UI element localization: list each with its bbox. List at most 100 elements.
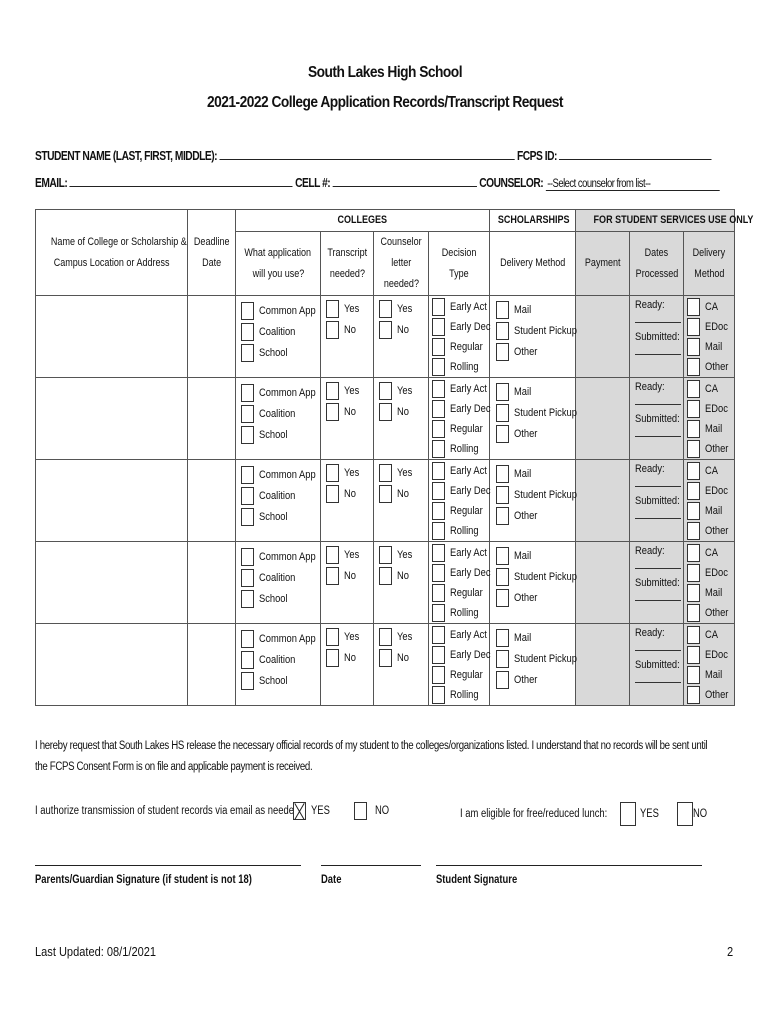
option-application[interactable]: School <box>241 670 320 691</box>
checkbox[interactable] <box>432 318 445 336</box>
deadline-cell[interactable] <box>187 295 236 378</box>
option-application[interactable]: Coalition <box>241 485 320 506</box>
option-decision[interactable]: Regular <box>432 665 489 685</box>
option-application[interactable]: Coalition <box>241 649 320 670</box>
checkbox[interactable] <box>687 380 701 398</box>
checkbox[interactable] <box>326 320 339 339</box>
option-decision[interactable]: Regular <box>432 501 489 521</box>
option-delivery-method-ss[interactable]: Mail <box>687 583 734 603</box>
checkbox[interactable] <box>496 321 510 340</box>
option-delivery-method-ss[interactable]: Other <box>687 439 734 459</box>
checkbox[interactable] <box>379 566 392 585</box>
checkbox[interactable] <box>432 462 445 480</box>
checkbox[interactable] <box>241 343 254 362</box>
checkbox[interactable] <box>432 564 445 582</box>
option-counselor-letter[interactable]: No <box>379 319 428 340</box>
option-delivery-method-ss[interactable]: EDoc <box>687 399 734 419</box>
option-delivery-method-ss[interactable]: EDoc <box>687 645 734 665</box>
option-counselor-letter[interactable]: Yes <box>379 462 428 483</box>
option-delivery[interactable]: Other <box>496 587 575 608</box>
option-delivery[interactable]: Other <box>496 341 575 362</box>
option-delivery[interactable]: Other <box>496 669 575 690</box>
checkbox[interactable] <box>379 627 392 646</box>
checkbox[interactable] <box>687 646 701 664</box>
checkbox[interactable] <box>432 380 445 398</box>
checkbox[interactable] <box>687 400 701 418</box>
checkbox[interactable] <box>432 440 445 458</box>
option-delivery-method-ss[interactable]: CA <box>687 379 734 399</box>
fcps-id-field[interactable] <box>559 148 712 160</box>
checkbox[interactable] <box>687 318 701 336</box>
option-delivery-method-ss[interactable]: CA <box>687 461 734 481</box>
checkbox[interactable] <box>379 463 392 482</box>
email-field[interactable] <box>69 175 293 187</box>
checkbox[interactable] <box>496 342 510 361</box>
checkbox[interactable] <box>496 628 510 647</box>
option-decision[interactable]: Rolling <box>432 439 489 459</box>
option-counselor-letter[interactable]: No <box>379 647 428 668</box>
checkbox[interactable] <box>687 462 701 480</box>
option-delivery[interactable]: Student Pickup <box>496 648 577 669</box>
option-delivery-method-ss[interactable]: CA <box>687 543 734 563</box>
checkbox[interactable] <box>496 506 510 525</box>
college-name-cell[interactable] <box>35 377 188 460</box>
ready-date-field[interactable] <box>635 393 682 405</box>
checkbox[interactable] <box>241 568 254 587</box>
checkbox[interactable] <box>241 301 254 320</box>
checkbox[interactable] <box>241 486 254 505</box>
checkbox[interactable] <box>379 545 392 564</box>
option-transcript[interactable]: No <box>326 401 373 422</box>
option-delivery[interactable]: Mail <box>496 545 575 566</box>
option-delivery-method-ss[interactable]: EDoc <box>687 563 734 583</box>
option-delivery[interactable]: Student Pickup <box>496 402 577 423</box>
submitted-date-field[interactable] <box>635 589 682 601</box>
checkbox[interactable] <box>496 382 510 401</box>
checkbox[interactable] <box>432 482 445 500</box>
lunch-yes-checkbox[interactable] <box>620 802 636 826</box>
checkbox[interactable] <box>496 567 510 586</box>
option-transcript[interactable]: No <box>326 483 373 504</box>
option-application[interactable]: Common App <box>241 546 320 567</box>
checkbox[interactable] <box>241 404 254 423</box>
option-application[interactable]: Common App <box>241 300 320 321</box>
option-transcript[interactable]: Yes <box>326 380 373 401</box>
checkbox[interactable] <box>432 666 445 684</box>
checkbox[interactable] <box>241 507 254 526</box>
option-delivery-method-ss[interactable]: EDoc <box>687 317 734 337</box>
checkbox[interactable] <box>326 627 339 646</box>
checkbox[interactable] <box>326 381 339 400</box>
option-delivery-method-ss[interactable]: Mail <box>687 665 734 685</box>
option-decision[interactable]: Early Dec <box>432 399 491 419</box>
option-delivery-method-ss[interactable]: CA <box>687 297 734 317</box>
option-decision[interactable]: Rolling <box>432 603 489 623</box>
checkbox[interactable] <box>432 400 445 418</box>
checkbox[interactable] <box>687 482 701 500</box>
checkbox[interactable] <box>687 564 701 582</box>
option-application[interactable]: Coalition <box>241 567 320 588</box>
ready-date-field[interactable] <box>635 557 682 569</box>
checkbox[interactable] <box>326 484 339 503</box>
checkbox[interactable] <box>496 485 510 504</box>
option-decision[interactable]: Rolling <box>432 685 489 705</box>
checkbox[interactable] <box>379 381 392 400</box>
checkbox[interactable] <box>241 650 254 669</box>
checkbox[interactable] <box>326 545 339 564</box>
checkbox[interactable] <box>241 589 254 608</box>
checkbox[interactable] <box>379 648 392 667</box>
option-decision[interactable]: Early Act <box>432 543 489 563</box>
option-decision[interactable]: Early Dec <box>432 645 491 665</box>
checkbox[interactable] <box>432 298 445 316</box>
option-application[interactable]: Common App <box>241 464 320 485</box>
option-counselor-letter[interactable]: Yes <box>379 380 428 401</box>
checkbox[interactable] <box>687 502 701 520</box>
option-transcript[interactable]: No <box>326 647 373 668</box>
option-decision[interactable]: Early Act <box>432 625 489 645</box>
checkbox[interactable] <box>687 666 701 684</box>
submitted-date-field[interactable] <box>635 343 682 355</box>
option-counselor-letter[interactable]: Yes <box>379 544 428 565</box>
option-application[interactable]: Coalition <box>241 403 320 424</box>
checkbox[interactable] <box>241 322 254 341</box>
checkbox[interactable] <box>326 402 339 421</box>
cell-field[interactable] <box>332 175 477 187</box>
option-application[interactable]: Common App <box>241 382 320 403</box>
